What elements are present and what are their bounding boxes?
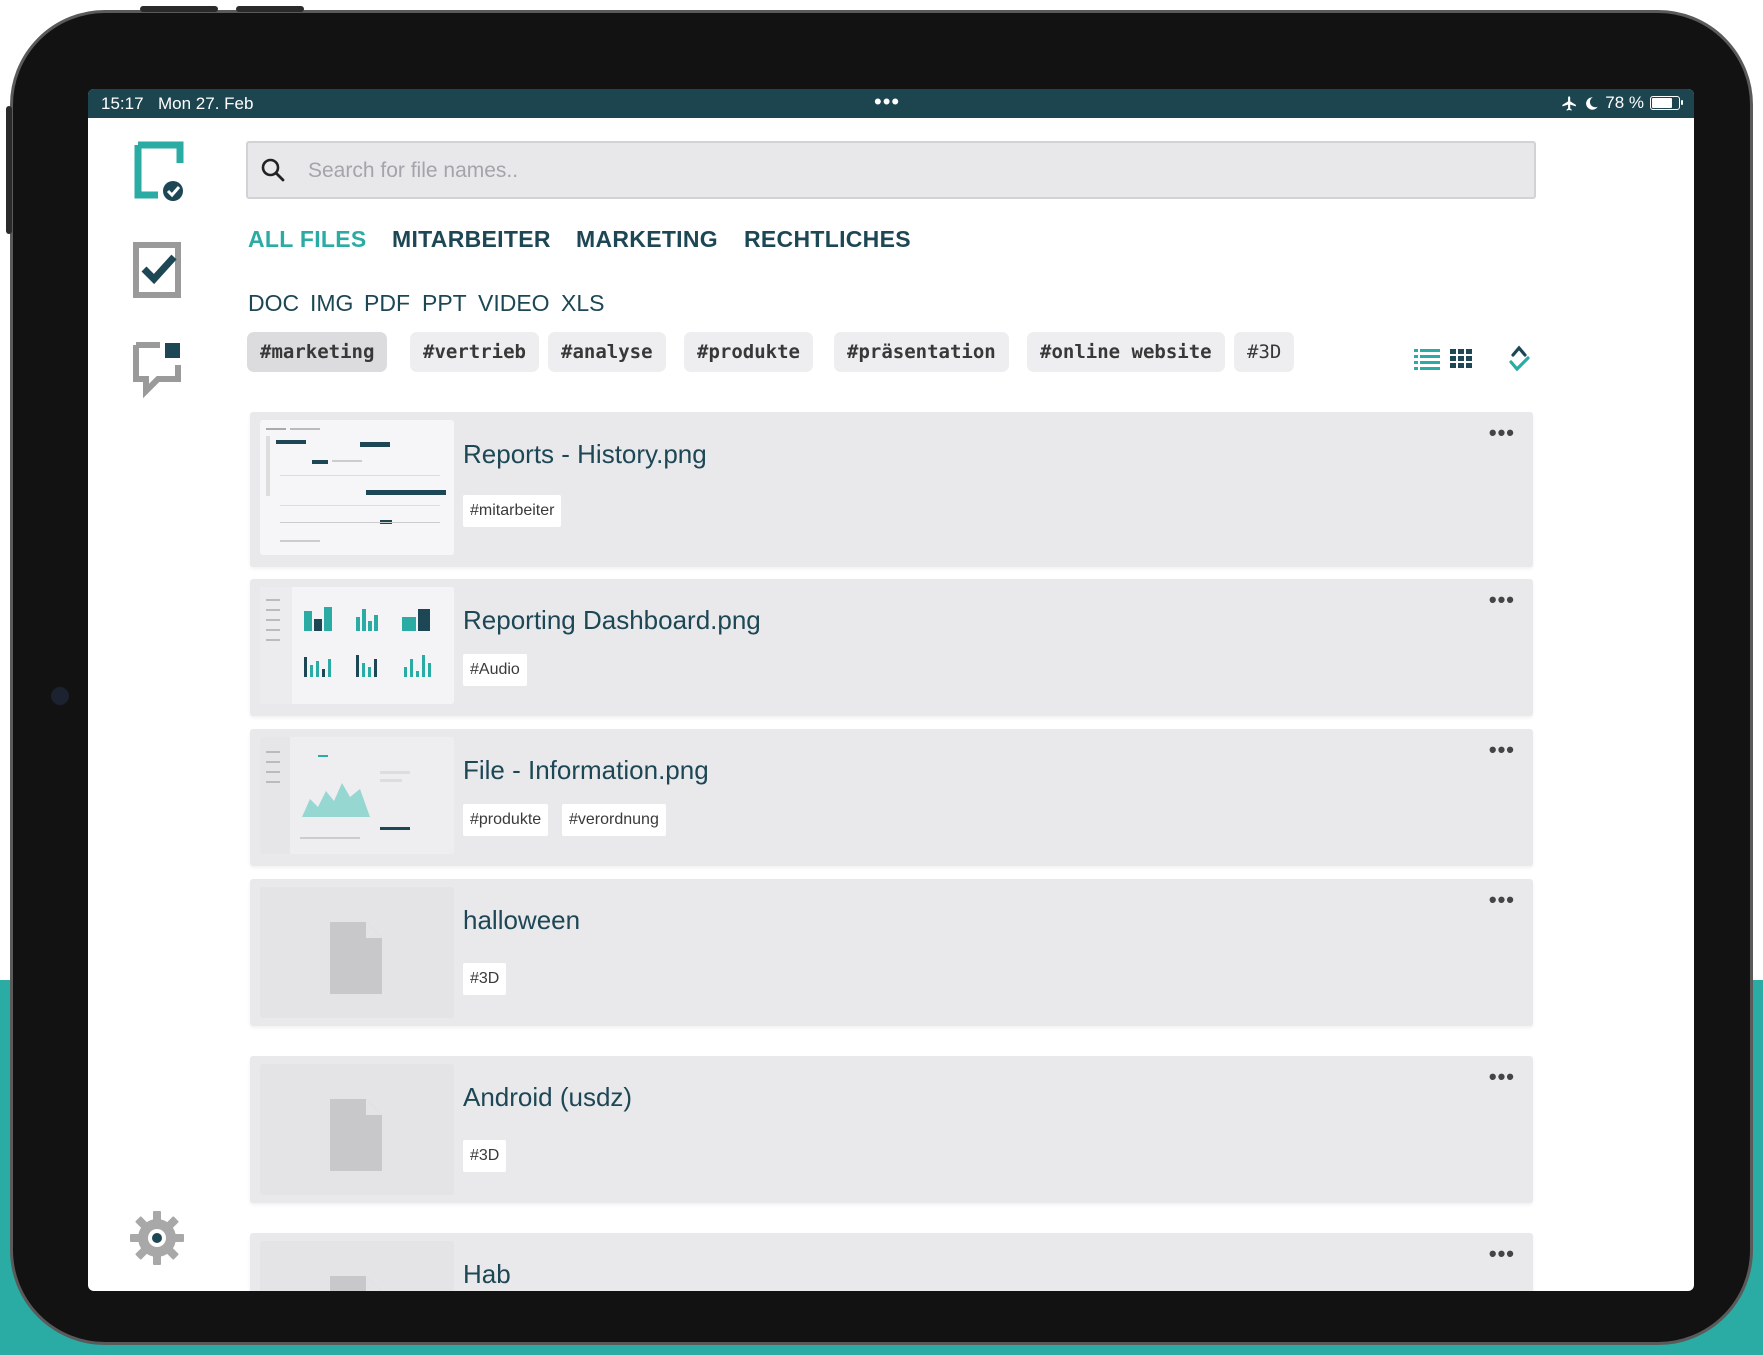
status-date: Mon 27. Feb [158, 94, 254, 113]
file-tag[interactable]: #verordnung [562, 804, 666, 836]
status-bar: 15:17 Mon 27. Feb ••• 78 % [88, 89, 1694, 118]
file-name: Reports - History.png [463, 439, 707, 469]
file-thumbnail [260, 420, 454, 555]
file-tag[interactable]: #mitarbeiter [463, 495, 562, 527]
list-view-icon[interactable] [1414, 348, 1440, 375]
sort-icon[interactable] [1508, 344, 1530, 379]
camera-dot [51, 687, 69, 705]
tag-chip-online-website[interactable]: #online website [1027, 332, 1225, 372]
file-card[interactable]: Reporting Dashboard.png #Audio ••• [250, 579, 1533, 716]
file-thumbnail [260, 737, 454, 854]
more-options-icon[interactable]: ••• [1489, 420, 1515, 446]
filter-video[interactable]: VIDEO [478, 290, 550, 317]
volume-button [140, 6, 218, 12]
files-icon[interactable] [134, 141, 184, 206]
file-card[interactable]: Android (usdz) #3D ••• [250, 1056, 1533, 1203]
filter-ppt[interactable]: PPT [422, 290, 467, 317]
battery-percent: 78 % [1605, 93, 1644, 112]
multitasking-dots[interactable]: ••• [874, 89, 900, 115]
status-right: 78 % [1561, 93, 1683, 113]
search-input[interactable] [308, 157, 1508, 185]
gear-icon[interactable] [128, 1209, 186, 1272]
file-thumbnail [260, 887, 454, 1018]
filter-pdf[interactable]: PDF [364, 290, 410, 317]
more-options-icon[interactable]: ••• [1489, 587, 1515, 613]
filter-img[interactable]: IMG [310, 290, 353, 317]
file-card[interactable]: halloween #3D ••• [250, 879, 1533, 1026]
file-tag[interactable]: #3D [463, 1140, 507, 1172]
airplane-icon [1562, 95, 1577, 111]
file-tag[interactable]: #produkte [463, 804, 549, 836]
more-options-icon[interactable]: ••• [1489, 1064, 1515, 1090]
tab-mitarbeiter[interactable]: MITARBEITER [392, 226, 551, 253]
file-tag[interactable]: #3D [463, 963, 507, 995]
document-icon [330, 1276, 381, 1291]
file-name: Android (usdz) [463, 1082, 633, 1112]
status-time: 15:17 [101, 94, 144, 113]
more-options-icon[interactable]: ••• [1489, 1241, 1515, 1267]
grid-view-icon[interactable] [1450, 349, 1472, 374]
tab-rechtliches[interactable]: RECHTLICHES [744, 226, 911, 253]
tag-chip-praesentation[interactable]: #präsentation [834, 332, 1009, 372]
tab-all-files[interactable]: ALL FILES [248, 226, 367, 253]
tag-chip-marketing[interactable]: #marketing [247, 332, 388, 372]
document-icon [330, 922, 382, 994]
file-name: Hab [463, 1259, 511, 1289]
file-card[interactable]: Hab ••• [250, 1233, 1533, 1291]
tasks-check-icon[interactable] [132, 241, 184, 304]
file-card[interactable]: Reports - History.png #mitarbeiter ••• [250, 412, 1533, 567]
filter-xls[interactable]: XLS [561, 290, 604, 317]
tab-marketing[interactable]: MARKETING [576, 226, 718, 253]
chat-icon[interactable] [132, 339, 184, 404]
document-icon [330, 1099, 382, 1171]
file-thumbnail [260, 587, 454, 704]
tag-chip-produkte[interactable]: #produkte [684, 332, 813, 372]
search-bar [246, 141, 1536, 199]
more-options-icon[interactable]: ••• [1489, 887, 1515, 913]
app-screen: 15:17 Mon 27. Feb ••• 78 % Search for fi… [88, 89, 1694, 1291]
filter-doc[interactable]: DOC [248, 290, 299, 317]
tag-chip-3d[interactable]: #3D [1234, 332, 1295, 372]
battery-icon [1650, 96, 1683, 110]
file-name: Reporting Dashboard.png [463, 605, 761, 635]
file-thumbnail [260, 1241, 454, 1291]
file-name: File - Information.png [463, 755, 709, 785]
tag-chip-vertrieb[interactable]: #vertrieb [410, 332, 539, 372]
file-tag[interactable]: #Audio [463, 654, 527, 686]
more-options-icon[interactable]: ••• [1489, 737, 1515, 763]
file-name: halloween [463, 905, 581, 935]
tag-chip-analyse[interactable]: #analyse [548, 332, 666, 372]
file-card[interactable]: File - Information.png #produkte #verord… [250, 729, 1533, 866]
moon-icon [1586, 96, 1598, 110]
file-thumbnail [260, 1064, 454, 1195]
power-button [6, 106, 12, 234]
search-icon [260, 157, 286, 188]
volume-button [236, 6, 304, 12]
